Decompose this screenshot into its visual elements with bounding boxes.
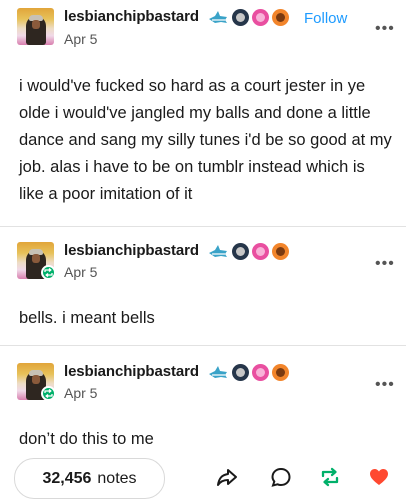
badge-icon [232,364,249,381]
post-date[interactable]: Apr 5 [64,385,97,401]
share-icon[interactable] [216,466,238,488]
reblog-badge-icon [41,386,56,401]
shark-badge-icon [209,244,227,257]
reblog-badge-icon [41,265,56,280]
username[interactable]: lesbianchipbastard [64,8,199,25]
reply-icon[interactable] [270,466,292,488]
more-options-icon[interactable]: ••• [375,21,395,37]
username[interactable]: lesbianchipbastard [64,363,199,380]
avatar[interactable] [17,8,54,45]
notes-label: notes [97,469,137,487]
badges [207,243,289,260]
shark-badge-icon [209,10,227,23]
badge-icon [252,243,269,260]
badge-icon [272,364,289,381]
follow-button[interactable]: Follow [304,10,347,27]
badges [207,9,289,26]
notes-count: 32,456 [42,469,92,487]
badge-icon [272,9,289,26]
badge-icon [272,243,289,260]
badge-icon [232,243,249,260]
badge-icon [232,9,249,26]
username[interactable]: lesbianchipbastard [64,242,199,259]
post-body: i would've fucked so hard as a court jes… [19,77,392,203]
post-date[interactable]: Apr 5 [64,264,97,280]
more-options-icon[interactable]: ••• [375,256,395,272]
more-options-icon[interactable]: ••• [375,377,395,393]
reblog-icon[interactable] [319,466,341,488]
heart-icon[interactable] [368,466,390,488]
post-body: don’t do this to me [19,430,154,448]
post-body: bells. i meant bells [19,309,155,327]
badges [207,364,289,381]
shark-badge-icon [209,365,227,378]
badge-icon [252,9,269,26]
reblog-entry: lesbianchipbastard ••• Apr 5 bells. i me… [0,227,406,345]
post-original: lesbianchipbastard Follow ••• Apr 5 i wo… [0,0,406,226]
reblog-entry: lesbianchipbastard ••• Apr 5 don’t do th… [0,346,406,454]
badge-icon [252,364,269,381]
post-date[interactable]: Apr 5 [64,31,97,47]
